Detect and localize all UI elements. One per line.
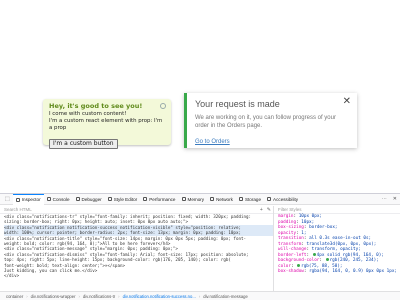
tab-label: Inspector — [21, 197, 41, 202]
tab-label: Debugger — [81, 196, 102, 202]
tab-performance[interactable]: Performance — [140, 194, 178, 205]
css-value[interactable]: rgba(94, 164, 0, 0.9) 0px 0px 1px; — [309, 269, 397, 274]
css-property[interactable]: opacity — [278, 231, 296, 236]
tab-label: Storage — [244, 196, 262, 202]
markup-line[interactable]: </div> — [4, 273, 273, 278]
close-icon[interactable]: ✕ — [343, 97, 351, 107]
css-value[interactable]: 4px solid rgb(94, 164, 0); — [317, 253, 384, 258]
tab-storage[interactable]: Storage — [236, 194, 264, 205]
success-notification-title: Your request is made — [195, 99, 280, 109]
performance-icon — [143, 197, 148, 201]
css-rules[interactable]: margin: 10px 0px; padding: 10px; box-sizin… — [274, 214, 400, 275]
css-property[interactable]: will-change — [278, 247, 306, 252]
network-icon — [210, 197, 215, 201]
element-picker-icon[interactable]: ⬚ — [2, 196, 13, 202]
devtools-panes: Search HTML + ✎ <div class="notification… — [0, 206, 400, 291]
custom-notification-line1: I come with custom content! — [49, 111, 127, 117]
eyedropper-icon[interactable]: ✎ — [265, 207, 273, 213]
rules-view: Filter Styles margin: 10px 0px; padding: … — [274, 206, 400, 291]
css-property[interactable]: padding — [278, 220, 296, 225]
close-devtools-icon[interactable]: ✕ — [390, 196, 400, 202]
memory-icon — [181, 197, 186, 201]
css-property[interactable]: box-shadow — [278, 269, 304, 274]
tab-label: Accessibility — [273, 196, 299, 202]
css-value[interactable]: 10px; — [301, 220, 314, 225]
custom-notification-line2: I'm a custom react element with prop: I'… — [49, 118, 163, 131]
custom-notification-title: Hey, it's good to see you! — [49, 102, 143, 110]
css-property[interactable]: color — [278, 264, 291, 269]
add-node-icon[interactable]: + — [258, 207, 265, 213]
css-value[interactable]: rgb(75, 88, 58); — [301, 264, 342, 269]
css-property[interactable]: transition — [278, 236, 304, 241]
page-viewport: Hey, it's good to see you! I come with c… — [0, 0, 400, 193]
color-swatch-icon[interactable] — [297, 263, 301, 267]
css-value[interactable]: 1; — [301, 231, 306, 236]
inspector-icon — [15, 197, 20, 202]
more-options-icon[interactable]: ⋯ — [379, 196, 390, 202]
css-property[interactable]: background-color — [278, 258, 319, 263]
markup-tree[interactable]: <div class="notifications-tr" style="fon… — [0, 214, 273, 279]
custom-notification[interactable]: Hey, it's good to see you! I come with c… — [43, 99, 171, 149]
storage-icon — [238, 197, 243, 201]
color-swatch-icon[interactable] — [325, 258, 329, 261]
success-notification[interactable]: Your request is made We are working on i… — [184, 93, 357, 148]
css-colon: : — [319, 258, 325, 263]
go-to-orders-link[interactable]: Go to Orders — [195, 139, 230, 145]
custom-notification-button[interactable]: I'm a custom button — [49, 139, 118, 149]
css-declaration[interactable]: box-shadow: rgba(94, 164, 0, 0.9) 0px 0p… — [278, 269, 400, 275]
tab-label: Console — [52, 196, 70, 202]
css-property[interactable]: box-sizing — [278, 225, 304, 230]
accessibility-icon — [267, 197, 272, 201]
markup-view: Search HTML + ✎ <div class="notification… — [0, 206, 274, 291]
success-notification-message: We are working on it, you can follow pro… — [195, 115, 336, 129]
search-html-input[interactable]: Search HTML — [4, 207, 258, 212]
console-icon — [46, 197, 51, 201]
filter-styles-input[interactable]: Filter Styles — [274, 206, 400, 214]
breadcrumb-item[interactable]: div.notifications-wrapper — [28, 294, 79, 299]
tab-network[interactable]: Network — [207, 194, 236, 205]
tab-inspector[interactable]: Inspector — [12, 193, 44, 205]
dismiss-circle-icon[interactable] — [160, 103, 166, 109]
breadcrumb-item[interactable]: div.notifications-tr — [80, 294, 118, 299]
tab-debugger[interactable]: Debugger — [73, 194, 105, 205]
tab-label: Network — [216, 196, 233, 202]
tab-label: Memory — [187, 196, 205, 202]
css-property[interactable]: transform — [278, 242, 301, 247]
css-value[interactable]: rgb(240, 245, 234); — [330, 258, 379, 263]
css-property[interactable]: border-left — [278, 253, 306, 258]
tab-console[interactable]: Console — [44, 194, 73, 205]
markup-search-row: Search HTML + ✎ — [0, 206, 273, 214]
color-swatch-icon[interactable] — [312, 252, 316, 256]
breadcrumb-item[interactable]: container — [3, 294, 26, 299]
tab-accessibility[interactable]: Accessibility — [264, 194, 301, 205]
css-value[interactable]: translate3d(0px, 0px, 0px); — [306, 242, 376, 247]
screen: Hey, it's good to see you! I come with c… — [0, 0, 400, 300]
tab-label: Style Editor — [113, 196, 138, 202]
markup-line[interactable]: width: 100%; cursor: pointer; border-rad… — [4, 230, 273, 236]
devtools-panel: ⬚ Inspector Console Debugger Style Edito… — [0, 193, 400, 300]
css-value[interactable]: all 0.3s ease-in-out 0s; — [309, 236, 371, 241]
breadcrumb: container › div.notifications-wrapper › div.… — [0, 291, 400, 300]
css-colon: : — [290, 263, 297, 269]
css-property[interactable]: margin — [278, 214, 294, 219]
css-value[interactable]: 10px 0px; — [299, 214, 322, 219]
devtools-toolbar: ⬚ Inspector Console Debugger Style Edito… — [0, 193, 400, 205]
debugger-icon — [75, 197, 80, 201]
style-editor-icon — [107, 197, 112, 201]
css-value[interactable]: border-box; — [309, 225, 337, 230]
breadcrumb-item[interactable]: div.notification.notification-success.no… — [120, 294, 199, 299]
tab-memory[interactable]: Memory — [179, 194, 208, 205]
tab-style-editor[interactable]: Style Editor — [105, 194, 141, 205]
breadcrumb-item[interactable]: div.notification-message — [200, 294, 251, 299]
tab-label: Performance — [149, 196, 176, 202]
css-value[interactable]: transform, opacity; — [312, 247, 361, 252]
css-colon: : — [306, 252, 312, 258]
